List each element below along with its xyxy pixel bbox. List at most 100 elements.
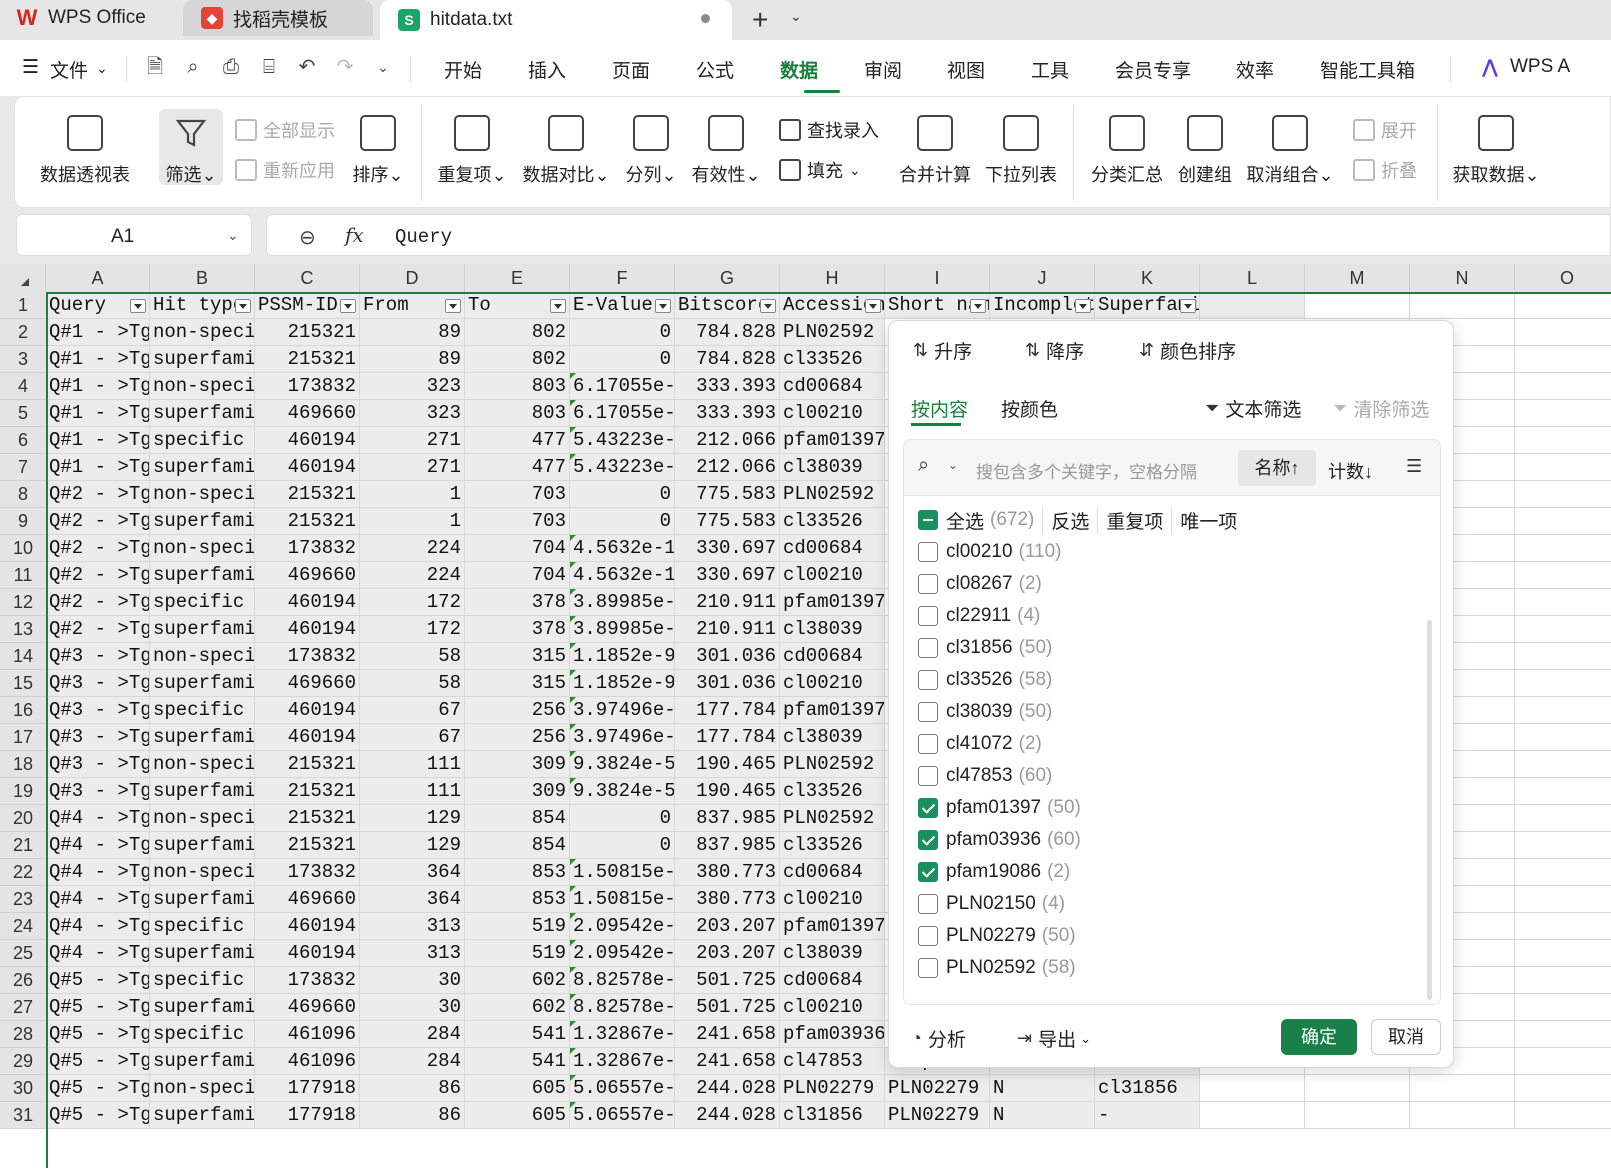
menu-start[interactable]: 开始 [444,56,482,83]
header-cell[interactable] [1410,292,1515,319]
column-header[interactable]: L [1200,264,1305,292]
wps-ai-icon[interactable]: ⋀ [1482,56,1498,79]
export-button[interactable]: ⇥ 导出 ⌄ [1017,1025,1091,1052]
filter-dropdown-icon[interactable] [130,299,146,313]
table-cell[interactable]: 2.09542e-6 [570,913,675,940]
menu-tools[interactable]: 工具 [1031,56,1069,83]
table-cell[interactable]: 837.985 [675,805,780,832]
table-cell[interactable]: 30 [360,967,465,994]
column-header[interactable]: H [780,264,885,292]
row-header[interactable]: 1 [0,292,46,319]
table-cell[interactable] [1515,1021,1611,1048]
table-cell[interactable]: 309 [465,778,570,805]
table-cell[interactable]: 380.773 [675,859,780,886]
row-header[interactable]: 10 [0,535,46,562]
table-cell[interactable]: 5.06557e-7 [570,1102,675,1129]
table-cell[interactable]: superfami [150,994,255,1021]
row-header[interactable]: 18 [0,751,46,778]
file-menu[interactable]: 文件 [50,56,88,83]
item-checkbox[interactable] [918,574,938,594]
table-cell[interactable]: specific [150,913,255,940]
filter-dropdown-icon[interactable] [550,299,566,313]
table-cell[interactable]: cl00210 [780,562,885,589]
row-header[interactable]: 3 [0,346,46,373]
table-cell[interactable]: superfami [150,940,255,967]
table-cell[interactable]: 469660 [255,670,360,697]
sort-descending-button[interactable]: ⇅ 降序 [1025,337,1084,364]
table-cell[interactable]: pfam03936 [780,1021,885,1048]
table-cell[interactable]: 313 [360,940,465,967]
table-cell[interactable]: cl00210 [780,400,885,427]
table-cell[interactable]: 5.43223e-6 [570,427,675,454]
table-cell[interactable]: 854 [465,832,570,859]
table-cell[interactable]: 704 [465,535,570,562]
table-cell[interactable]: 1.50815e-1 [570,886,675,913]
table-cell[interactable] [1515,535,1611,562]
table-cell[interactable]: superfami [150,724,255,751]
hamburger-icon[interactable]: ☰ [22,56,39,79]
row-header[interactable]: 16 [0,697,46,724]
table-cell[interactable]: 4.5632e-10 [570,562,675,589]
table-cell[interactable]: 1 [360,481,465,508]
table-cell[interactable]: 0 [570,805,675,832]
item-checkbox[interactable] [918,638,938,658]
table-cell[interactable]: 364 [360,859,465,886]
row-header[interactable]: 4 [0,373,46,400]
table-cell[interactable]: superfami [150,670,255,697]
table-cell[interactable]: specific [150,589,255,616]
filter-list-item[interactable]: cl41072 (2) [918,730,1042,758]
item-checkbox[interactable] [918,862,938,882]
table-cell[interactable] [1515,454,1611,481]
column-header[interactable]: B [150,264,255,292]
table-cell[interactable]: 111 [360,778,465,805]
table-cell[interactable] [1200,1102,1305,1129]
table-cell[interactable]: 215321 [255,751,360,778]
table-cell[interactable] [1515,427,1611,454]
table-cell[interactable] [1515,373,1611,400]
column-header[interactable]: J [990,264,1095,292]
table-cell[interactable]: Q#5 - >Tg [46,1021,150,1048]
table-cell[interactable]: superfami [150,1102,255,1129]
menu-insert[interactable]: 插入 [528,56,566,83]
item-checkbox[interactable] [918,542,938,562]
table-cell[interactable]: cl00210 [780,670,885,697]
table-cell[interactable]: - [1095,1102,1200,1129]
table-cell[interactable]: 541 [465,1021,570,1048]
header-cell[interactable] [1200,292,1305,319]
table-cell[interactable]: 284 [360,1048,465,1075]
table-cell[interactable]: 315 [465,670,570,697]
table-cell[interactable]: 1 [360,508,465,535]
table-cell[interactable]: 802 [465,319,570,346]
table-cell[interactable]: 58 [360,643,465,670]
table-cell[interactable]: Q#1 - >Tg [46,454,150,481]
row-header[interactable]: 12 [0,589,46,616]
table-cell[interactable] [1515,940,1611,967]
formula-input[interactable]: ⊖ fx Query [266,214,1611,256]
table-cell[interactable]: 501.725 [675,967,780,994]
table-cell[interactable]: 8.82578e-1 [570,967,675,994]
table-cell[interactable]: 477 [465,454,570,481]
row-header[interactable]: 22 [0,859,46,886]
table-cell[interactable]: cl38039 [780,616,885,643]
fx-icon[interactable]: fx [345,223,364,247]
table-cell[interactable]: 284 [360,1021,465,1048]
table-cell[interactable]: 6.17055e-1 [570,400,675,427]
table-cell[interactable] [1410,1075,1515,1102]
table-cell[interactable]: 111 [360,751,465,778]
row-header[interactable]: 9 [0,508,46,535]
row-header[interactable]: 25 [0,940,46,967]
menu-member[interactable]: 会员专享 [1115,56,1191,83]
table-cell[interactable]: 224 [360,535,465,562]
table-cell[interactable]: 775.583 [675,481,780,508]
table-cell[interactable]: 784.828 [675,319,780,346]
table-cell[interactable]: N [990,1102,1095,1129]
table-cell[interactable]: 460194 [255,454,360,481]
table-cell[interactable]: 301.036 [675,643,780,670]
table-cell[interactable]: Q#2 - >Tg [46,481,150,508]
row-header[interactable]: 20 [0,805,46,832]
fill-button[interactable]: 填充 ⌄ [779,157,861,183]
show-all-button[interactable]: 全部显示 [235,117,335,143]
table-cell[interactable]: 129 [360,805,465,832]
filter-list-item[interactable]: cl22911 (4) [918,602,1040,630]
table-cell[interactable]: 378 [465,589,570,616]
